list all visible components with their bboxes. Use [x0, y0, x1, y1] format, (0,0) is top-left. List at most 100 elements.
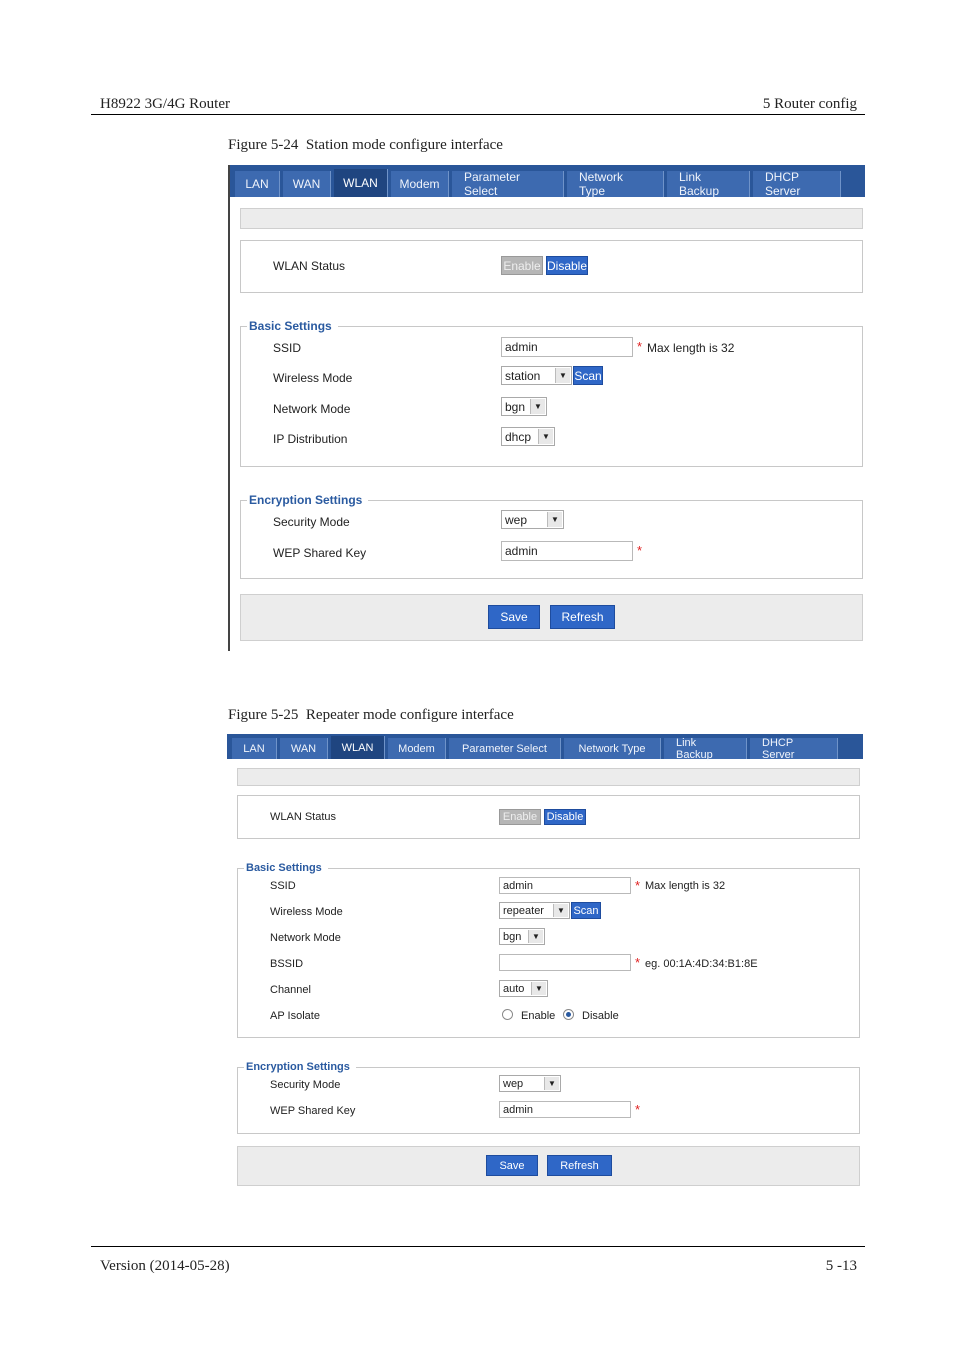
wireless-mode-label: Wireless Mode	[270, 906, 343, 918]
wireless-mode-value: station	[505, 368, 541, 383]
tab-lan[interactable]: LAN	[235, 171, 280, 197]
wireless-mode-value: repeater	[503, 904, 544, 917]
ap-isolate-disable-radio[interactable]	[563, 1009, 574, 1020]
wep-key-required-mark: *	[635, 1102, 641, 1117]
wlan-enable-button[interactable]: Enable	[501, 256, 543, 275]
wireless-mode-select[interactable]: station ▼	[501, 366, 572, 385]
tab-wan[interactable]: WAN	[283, 171, 331, 197]
wep-key-required-mark: *	[637, 543, 643, 558]
figure1-button-bar: Save Refresh	[240, 594, 863, 641]
figure2-caption: Figure 5-25 Repeater mode configure inte…	[228, 707, 514, 724]
ip-distribution-label: IP Distribution	[273, 432, 348, 446]
security-mode-value: wep	[503, 1077, 524, 1090]
chevron-down-icon: ▼	[544, 1077, 559, 1090]
header-rule	[91, 114, 865, 115]
tab-parameter-select[interactable]: Parameter Select	[449, 738, 561, 759]
figure2-encryption-settings: Encryption Settings Security Mode wep ▼ …	[237, 1061, 860, 1134]
channel-select[interactable]: auto ▼	[499, 980, 548, 997]
security-mode-label: Security Mode	[270, 1079, 341, 1091]
chevron-down-icon: ▼	[538, 429, 553, 444]
figure1-caption: Figure 5-24 Station mode configure inter…	[228, 137, 503, 154]
wep-key-label: WEP Shared Key	[270, 1105, 356, 1117]
figure1-encryption-settings: Encryption Settings Security Mode wep ▼ …	[240, 493, 863, 579]
channel-label: Channel	[270, 984, 311, 996]
basic-settings-legend: Basic Settings	[247, 319, 338, 333]
wireless-mode-label: Wireless Mode	[273, 371, 353, 385]
chevron-down-icon: ▼	[547, 512, 562, 527]
chevron-down-icon: ▼	[530, 399, 545, 414]
scan-button[interactable]: Scan	[573, 366, 603, 385]
ap-isolate-enable-radio[interactable]	[502, 1009, 513, 1020]
figure1-top-bar	[240, 208, 863, 229]
figure1-caption-text: Station mode configure interface	[305, 137, 503, 153]
network-mode-select[interactable]: bgn ▼	[499, 928, 545, 945]
figure2-caption-text: Repeater mode configure interface	[305, 707, 514, 723]
ip-distribution-select[interactable]: dhcp ▼	[501, 427, 555, 446]
security-mode-select[interactable]: wep ▼	[501, 510, 564, 529]
tab-wlan[interactable]: WLAN	[331, 736, 385, 759]
scan-button[interactable]: Scan	[571, 902, 601, 919]
tab-network-type[interactable]: Network Type	[564, 738, 661, 759]
encryption-settings-legend: Encryption Settings	[247, 493, 369, 507]
doc-header-right: 5 Router config	[762, 96, 857, 112]
wep-key-label: WEP Shared Key	[273, 546, 367, 560]
bssid-label: BSSID	[270, 958, 304, 970]
tab-dhcp-server[interactable]: DHCP Server	[753, 170, 841, 198]
figure2-caption-number: Figure 5-25	[228, 707, 299, 723]
ap-isolate-label: AP Isolate	[270, 1010, 320, 1022]
wlan-enable-button[interactable]: Enable	[499, 809, 541, 825]
figure2-wlan-status-box: WLAN Status Enable Disable	[237, 795, 860, 839]
tab-link-backup[interactable]: Link Backup	[664, 737, 747, 761]
security-mode-label: Security Mode	[273, 515, 350, 529]
refresh-button[interactable]: Refresh	[550, 605, 615, 629]
footer-rule	[91, 1246, 865, 1247]
figure2-button-bar: Save Refresh	[237, 1146, 860, 1186]
chevron-down-icon: ▼	[553, 904, 568, 917]
figure2-basic-settings: Basic Settings SSID admin * Max length i…	[237, 862, 860, 1038]
ssid-input[interactable]: admin	[499, 877, 631, 894]
chevron-down-icon: ▼	[528, 930, 543, 943]
tab-parameter-select[interactable]: Parameter Select	[452, 170, 564, 198]
network-mode-label: Network Mode	[273, 402, 351, 416]
save-button[interactable]: Save	[486, 1155, 538, 1176]
wlan-status-label: WLAN Status	[270, 811, 337, 823]
save-button[interactable]: Save	[488, 605, 540, 629]
doc-header-left: H8922 3G/4G Router	[100, 96, 230, 112]
network-mode-select[interactable]: bgn ▼	[501, 397, 547, 416]
figure1-tabbar: LAN WAN WLAN Modem Parameter Select Netw…	[230, 165, 865, 198]
figure2-screenshot: LAN WAN WLAN Modem Parameter Select Netw…	[227, 734, 863, 1186]
tab-lan[interactable]: LAN	[232, 738, 277, 759]
ap-isolate-enable-label: Enable	[521, 1010, 556, 1022]
figure2-top-bar	[237, 768, 860, 786]
refresh-button[interactable]: Refresh	[547, 1155, 612, 1176]
wlan-disable-button[interactable]: Disable	[544, 809, 586, 825]
ssid-input[interactable]: admin	[501, 337, 633, 357]
basic-settings-legend: Basic Settings	[244, 862, 328, 874]
network-mode-label: Network Mode	[270, 932, 341, 944]
tab-network-type[interactable]: Network Type	[567, 170, 664, 198]
figure1-basic-settings: Basic Settings SSID admin * Max length i…	[240, 319, 863, 467]
figure2-tabbar: LAN WAN WLAN Modem Parameter Select Netw…	[227, 734, 863, 761]
security-mode-select[interactable]: wep ▼	[499, 1075, 561, 1092]
tab-modem[interactable]: Modem	[391, 171, 449, 197]
network-mode-value: bgn	[505, 399, 526, 414]
tab-wan[interactable]: WAN	[280, 738, 328, 759]
bssid-hint: eg. 00:1A:4D:34:B1:8E	[645, 958, 758, 970]
tab-wlan[interactable]: WLAN	[334, 169, 388, 197]
figure1-wlan-status-box: WLAN Status Enable Disable	[240, 240, 863, 293]
encryption-settings-legend: Encryption Settings	[244, 1061, 356, 1073]
ssid-hint: Max length is 32	[645, 880, 726, 892]
wep-key-input[interactable]: admin	[501, 541, 633, 561]
network-mode-value: bgn	[503, 930, 522, 943]
doc-footer-page-number: 5 -13	[825, 1258, 857, 1274]
bssid-required-mark: *	[635, 955, 641, 970]
tab-link-backup[interactable]: Link Backup	[667, 170, 750, 198]
tab-modem[interactable]: Modem	[388, 738, 446, 759]
wlan-status-label: WLAN Status	[273, 259, 346, 273]
tab-dhcp-server[interactable]: DHCP Server	[750, 737, 838, 761]
ip-distribution-value: dhcp	[505, 429, 532, 444]
bssid-input[interactable]	[499, 954, 631, 971]
wep-key-input[interactable]: admin	[499, 1101, 631, 1118]
wlan-disable-button[interactable]: Disable	[546, 256, 588, 275]
wireless-mode-select[interactable]: repeater ▼	[499, 902, 570, 919]
